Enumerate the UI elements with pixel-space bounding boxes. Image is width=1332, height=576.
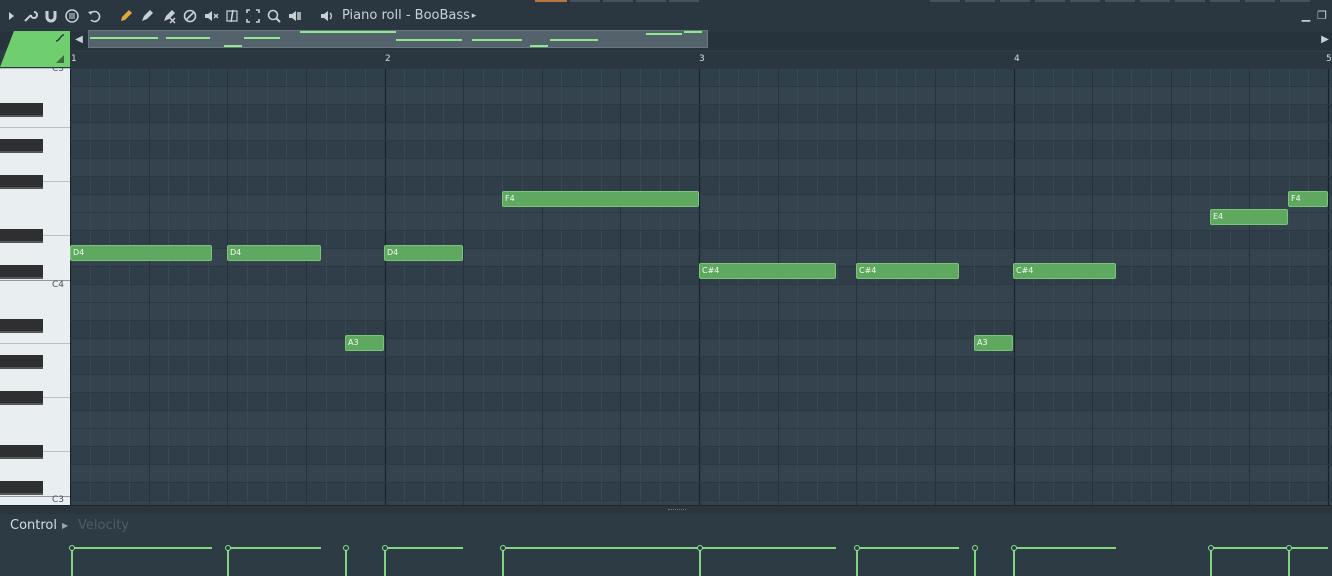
speaker-icon[interactable] [319, 8, 335, 24]
velocity-handle[interactable] [854, 545, 860, 551]
black-key[interactable] [0, 355, 43, 369]
top-strip [0, 0, 1332, 4]
timeline-ruler[interactable]: 1 2 3 4 5 [70, 52, 1332, 69]
overview-notes [90, 31, 702, 47]
note-block[interactable]: A3 [974, 335, 1013, 351]
velocity-handle[interactable] [972, 545, 978, 551]
pencil-icon[interactable] [118, 8, 134, 24]
velocity-handle[interactable] [343, 545, 349, 551]
zoom-icon[interactable] [266, 8, 282, 24]
note-block[interactable]: A3 [345, 335, 384, 351]
velocity-handle[interactable] [69, 545, 75, 551]
minimize-icon[interactable]: ▁ [1300, 10, 1312, 22]
bar-label: 4 [1014, 54, 1020, 64]
black-key[interactable] [0, 229, 43, 243]
scroll-right-icon[interactable]: ▶ [1318, 33, 1332, 47]
key-label-c3: C3 [52, 495, 65, 505]
bar-label: 2 [385, 54, 391, 64]
black-key[interactable] [0, 139, 43, 153]
note-block[interactable]: F4 [1288, 191, 1328, 207]
bar-label: 1 [71, 54, 77, 64]
velocity-handle[interactable] [500, 545, 506, 551]
note-block[interactable]: C#4 [1013, 263, 1116, 279]
bar-label: 3 [699, 54, 705, 64]
wrench-icon[interactable] [22, 8, 38, 24]
note-block[interactable]: D4 [227, 245, 321, 261]
paint-icon[interactable] [139, 8, 155, 24]
title-arrow-icon[interactable]: ▸ [466, 8, 482, 24]
grid-lines [70, 68, 1332, 505]
event-editor-panel[interactable] [0, 514, 1332, 576]
black-key[interactable] [0, 391, 43, 405]
bar-label: 5 [1326, 54, 1332, 64]
note-block[interactable]: F4 [502, 191, 699, 207]
slip-icon[interactable] [203, 8, 219, 24]
tool-corner-shape [0, 31, 70, 67]
velocity-handle[interactable] [1286, 545, 1292, 551]
key-label-c5: C5 [52, 68, 65, 74]
velocity-handle[interactable] [697, 545, 703, 551]
velocity-handle[interactable] [1011, 545, 1017, 551]
control-arrow-icon[interactable]: ▶ [62, 521, 68, 530]
note-block[interactable]: D4 [384, 245, 463, 261]
note-grid[interactable]: D4 D4 A3 D4 F4 C#4 C#4 A3 C#4 E4 F4 [70, 68, 1332, 505]
magnet-icon[interactable] [43, 8, 59, 24]
black-key[interactable] [0, 481, 43, 495]
key-label-c4: C4 [52, 280, 65, 290]
note-block[interactable]: C#4 [699, 263, 836, 279]
delete-icon[interactable] [161, 8, 177, 24]
control-label[interactable]: Control [10, 518, 57, 533]
velocity-handle[interactable] [225, 545, 231, 551]
note-block[interactable]: E4 [1210, 209, 1288, 225]
restore-icon[interactable]: ❐ [1316, 10, 1328, 22]
black-key[interactable] [0, 265, 43, 279]
select-icon[interactable] [245, 8, 261, 24]
playback-icon[interactable] [64, 8, 80, 24]
slice-icon[interactable] [224, 8, 240, 24]
control-target[interactable]: Velocity [78, 518, 129, 533]
velocity-handle[interactable] [1208, 545, 1214, 551]
black-key[interactable] [0, 175, 43, 189]
black-key[interactable] [0, 445, 43, 459]
note-block[interactable]: D4 [70, 245, 212, 261]
black-key[interactable] [0, 103, 43, 117]
undo-icon[interactable] [86, 8, 102, 24]
velocity-handle[interactable] [382, 545, 388, 551]
mute-icon[interactable] [182, 8, 198, 24]
menu-arrow-icon[interactable] [4, 8, 20, 24]
window-title[interactable]: Piano roll - BooBass [342, 8, 470, 24]
piano-keyboard[interactable]: C5 C4 C3 [0, 68, 70, 505]
playback-sound-icon[interactable] [287, 8, 303, 24]
note-block[interactable]: C#4 [856, 263, 959, 279]
black-key[interactable] [0, 319, 43, 333]
scroll-left-icon[interactable]: ◀ [72, 33, 86, 47]
